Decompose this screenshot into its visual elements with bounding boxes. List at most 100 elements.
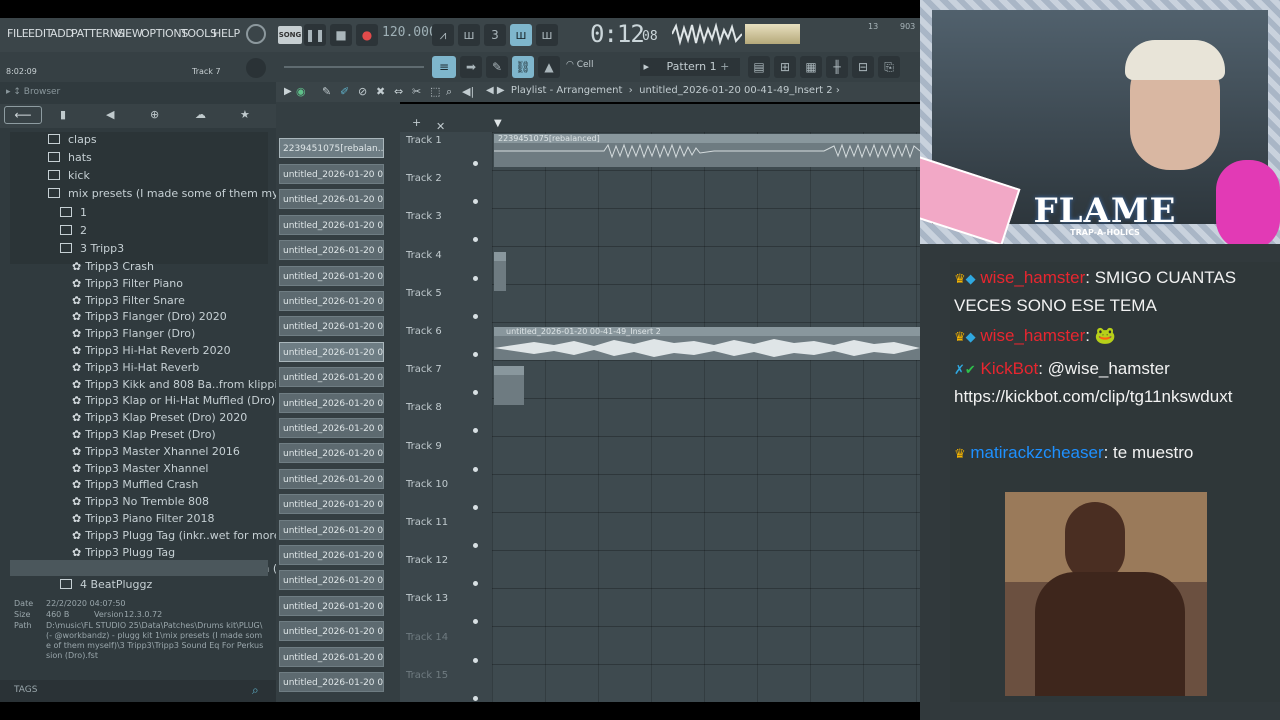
- clip-source-item[interactable]: untitled_2026-01-20 00-: [279, 595, 384, 616]
- stamp-icon[interactable]: ▲: [538, 56, 560, 78]
- preset-item[interactable]: ✿ Tripp3 Hi-Hat Reverb 2020: [72, 343, 231, 359]
- pitch-knob[interactable]: [246, 58, 266, 78]
- folder-kick[interactable]: kick: [48, 168, 90, 184]
- menu-help[interactable]: HELP: [213, 27, 240, 40]
- piano-roll-icon[interactable]: ⊞: [774, 56, 796, 78]
- track-label[interactable]: Track 3: [406, 211, 442, 222]
- clip-source-item[interactable]: untitled_2026-01-20 00-: [279, 367, 384, 388]
- chat-username[interactable]: matirackzcheaser: [970, 443, 1103, 462]
- track-label[interactable]: Track 10: [406, 479, 448, 490]
- song-mode-button[interactable]: SONG: [278, 26, 302, 44]
- preset-item[interactable]: ✿ Tripp3 Filter Piano: [72, 276, 183, 292]
- track-mute-dot[interactable]: [473, 504, 478, 510]
- playlist-icon[interactable]: ≡: [432, 56, 456, 78]
- preset-item[interactable]: ✿ Tripp3 No Tremble 808: [72, 494, 209, 510]
- browser-plugin-icon[interactable]: ⊕: [150, 108, 159, 121]
- clip-source-item[interactable]: untitled_2026-01-20 00-: [279, 570, 384, 591]
- track-label[interactable]: Track 6: [406, 326, 442, 337]
- loop-record-icon[interactable]: ш: [536, 24, 558, 46]
- browser-toggle-icon[interactable]: ⊟: [852, 56, 874, 78]
- record-button[interactable]: ●: [356, 24, 378, 46]
- playlist-play-icon[interactable]: ▶: [284, 86, 292, 97]
- wait-icon[interactable]: ш: [458, 24, 480, 46]
- clip-source-item[interactable]: untitled_2026-01-20 00-: [279, 265, 384, 286]
- browser-file-icon[interactable]: ▮: [60, 108, 66, 121]
- clip-source-item[interactable]: untitled_2026-01-20 00-: [279, 164, 384, 184]
- clip-source-item[interactable]: untitled_2026-01-20 00-: [279, 418, 384, 438]
- step-edit-icon[interactable]: ш: [510, 24, 532, 46]
- track-label[interactable]: Track 14: [406, 632, 448, 643]
- track-mute-dot[interactable]: [473, 466, 478, 472]
- preset-item[interactable]: ✿ Tripp3 Master Xhannel: [72, 461, 208, 477]
- track-mute-dot[interactable]: [473, 657, 478, 663]
- track-mute-dot[interactable]: [473, 352, 478, 357]
- master-volume-knob[interactable]: [246, 24, 266, 44]
- mixer-icon[interactable]: ▤: [748, 56, 770, 78]
- clip-source-item[interactable]: untitled_2026-01-20 00-: [279, 240, 384, 261]
- chat-username[interactable]: KickBot: [981, 359, 1039, 378]
- playback-tool-icon[interactable]: ◀|: [462, 85, 474, 98]
- slip-tool-icon[interactable]: ⇔: [394, 85, 403, 98]
- mute-tool-icon[interactable]: ✖: [376, 85, 385, 98]
- preset-item[interactable]: ✿ Tripp3 Hi-Hat Reverb: [72, 360, 199, 376]
- zoom-tool-icon[interactable]: ⌕: [446, 85, 452, 99]
- countdown-icon[interactable]: 3: [484, 24, 506, 46]
- track-label[interactable]: Track 2: [406, 173, 442, 184]
- clip-source-item[interactable]: untitled_2026-01-20 00-: [279, 341, 384, 362]
- paint-tool-icon[interactable]: ✐: [340, 85, 349, 98]
- folder-claps[interactable]: claps: [48, 132, 97, 148]
- track-mute-dot[interactable]: [473, 275, 478, 281]
- metronome-icon[interactable]: ⩘: [432, 24, 454, 46]
- chat-username[interactable]: wise_hamster: [980, 268, 1085, 287]
- playlist-grid[interactable]: [492, 132, 920, 702]
- track-label[interactable]: Track 5: [406, 288, 442, 299]
- plugin-icon[interactable]: ╫: [826, 56, 848, 78]
- tempo-display[interactable]: 120.000: [382, 25, 437, 40]
- browser-cloud-icon[interactable]: ☁: [195, 108, 206, 121]
- clip-source-first[interactable]: 2239451075[rebalan... ✚: [279, 138, 384, 158]
- clip-source-item[interactable]: untitled_2026-01-20 00-: [279, 621, 384, 642]
- clip-source-item[interactable]: untitled_2026-01-20 00-: [279, 646, 384, 667]
- preset-item[interactable]: ✿ Tripp3 Piano Filter 2018: [72, 511, 214, 527]
- preset-item[interactable]: ✿ Tripp3 Master Xhannel 2016: [72, 444, 240, 460]
- track-mute-dot[interactable]: [473, 695, 478, 701]
- audio-clip-track7[interactable]: [494, 366, 524, 405]
- search-icon[interactable]: ⌕: [252, 683, 259, 698]
- track-label[interactable]: Track 1: [406, 135, 442, 146]
- preset-item[interactable]: ✿ Tripp3 Filter Snare: [72, 293, 185, 309]
- browser-speaker-icon[interactable]: ◀: [106, 108, 114, 121]
- layout-icon[interactable]: ⎘: [878, 56, 900, 78]
- clip-source-item[interactable]: untitled_2026-01-20 00-: [279, 494, 384, 515]
- clip-source-item[interactable]: untitled_2026-01-20 00-: [279, 468, 384, 489]
- clip-source-item[interactable]: untitled_2026-01-20 00-: [279, 291, 384, 311]
- menu-file[interactable]: FILE: [7, 27, 29, 40]
- clip-source-item[interactable]: untitled_2026-01-20 00-: [279, 672, 384, 692]
- track-label[interactable]: Track 12: [406, 555, 448, 566]
- browser-expand-button[interactable]: ⟵: [4, 106, 42, 124]
- clip-source-item[interactable]: untitled_2026-01-20 00-: [279, 316, 384, 337]
- track-label[interactable]: Track 4: [406, 250, 442, 261]
- folder-3-tripp3[interactable]: 3 Tripp3: [60, 241, 124, 257]
- folder-hats[interactable]: hats: [48, 150, 92, 166]
- chat-username[interactable]: wise_hamster: [980, 326, 1085, 345]
- add-track-icon[interactable]: +: [412, 116, 421, 129]
- preset-item[interactable]: ✿ Tripp3 Flanger (Dro): [72, 326, 195, 342]
- playhead-marker[interactable]: ▼: [494, 118, 502, 129]
- pause-button[interactable]: ❚❚: [304, 24, 326, 46]
- track-label[interactable]: Track 9: [406, 441, 442, 452]
- track-label[interactable]: Track 8: [406, 402, 442, 413]
- pencil-icon[interactable]: ✎: [486, 56, 508, 78]
- audio-clip-track1[interactable]: 2239451075[rebalanced]: [494, 134, 921, 167]
- folder-mix-presets[interactable]: mix presets (I made some of them myself): [48, 186, 302, 202]
- track-label[interactable]: Track 13: [406, 593, 448, 604]
- clip-source-item[interactable]: untitled_2026-01-20 00-: [279, 214, 384, 235]
- link-icon[interactable]: ⛓: [512, 56, 534, 78]
- track-mute-dot[interactable]: [473, 543, 478, 548]
- pattern-selector[interactable]: ▸ Pattern 1 +: [640, 58, 740, 76]
- preset-item[interactable]: ✿ Tripp3 Muffled Crash: [72, 477, 198, 493]
- browser-star-icon[interactable]: ★: [240, 108, 250, 121]
- track-mute-dot[interactable]: [473, 161, 478, 166]
- menu-tools[interactable]: TOOLS: [181, 27, 217, 40]
- track-label[interactable]: Track 7: [406, 364, 442, 375]
- clip-source-item[interactable]: untitled_2026-01-20 00-: [279, 392, 384, 413]
